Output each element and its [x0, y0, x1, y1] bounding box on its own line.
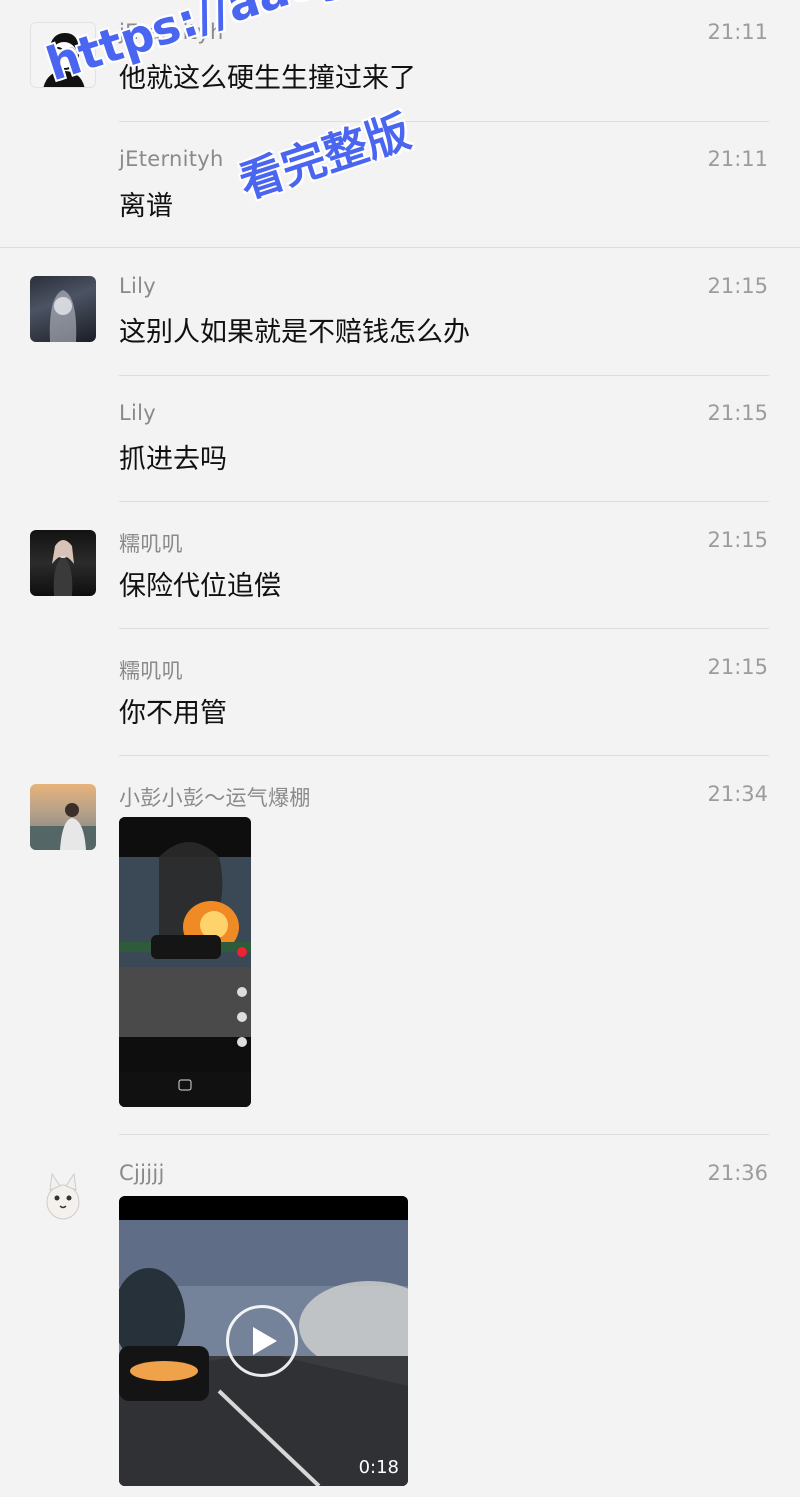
message-divider: [0, 247, 800, 248]
avatar-cjjjjj[interactable]: [30, 1162, 96, 1228]
avatar-nuojiji[interactable]: [30, 530, 96, 596]
message-text[interactable]: 离谱: [119, 184, 173, 223]
message-time: 21:15: [707, 274, 768, 298]
message-text[interactable]: 这别人如果就是不赔钱怎么办: [119, 310, 470, 349]
sender-name: Lily: [119, 401, 156, 425]
message-divider: [119, 375, 769, 376]
message-time: 21:34: [707, 782, 768, 806]
message-divider: [119, 755, 769, 756]
avatar-lily[interactable]: [30, 276, 96, 342]
avatar-jeternityh[interactable]: [30, 22, 96, 88]
message-text[interactable]: 他就这么硬生生撞过来了: [119, 56, 416, 95]
message-time: 21:11: [707, 147, 768, 171]
message-divider: [119, 1134, 769, 1135]
sender-name: jEternityh: [119, 147, 224, 171]
sender-name: 糯叽叽: [119, 532, 183, 556]
message-time: 21:11: [707, 20, 768, 44]
message-text[interactable]: 抓进去吗: [119, 437, 227, 476]
shared-screenshot-image[interactable]: [119, 817, 251, 1107]
play-button-icon[interactable]: [226, 1305, 298, 1377]
message-text[interactable]: 保险代位追偿: [119, 564, 281, 603]
message-time: 21:36: [707, 1161, 768, 1185]
message-time: 21:15: [707, 655, 768, 679]
sender-name: Lily: [119, 274, 156, 298]
message-divider: [119, 121, 769, 122]
message-time: 21:15: [707, 401, 768, 425]
sender-name: 小彭小彭～运气爆棚: [119, 786, 311, 810]
sender-name: Cjjjjj: [119, 1161, 165, 1185]
message-time: 21:15: [707, 528, 768, 552]
video-duration: 0:18: [358, 1457, 399, 1478]
message-divider: [119, 628, 769, 629]
sender-name: 糯叽叽: [119, 659, 183, 683]
sender-name: jEternityh: [119, 20, 224, 44]
avatar-xiaopeng[interactable]: [30, 784, 96, 850]
watermark-text: 看完整版: [233, 106, 417, 209]
message-divider: [119, 501, 769, 502]
message-text[interactable]: 你不用管: [119, 691, 227, 730]
